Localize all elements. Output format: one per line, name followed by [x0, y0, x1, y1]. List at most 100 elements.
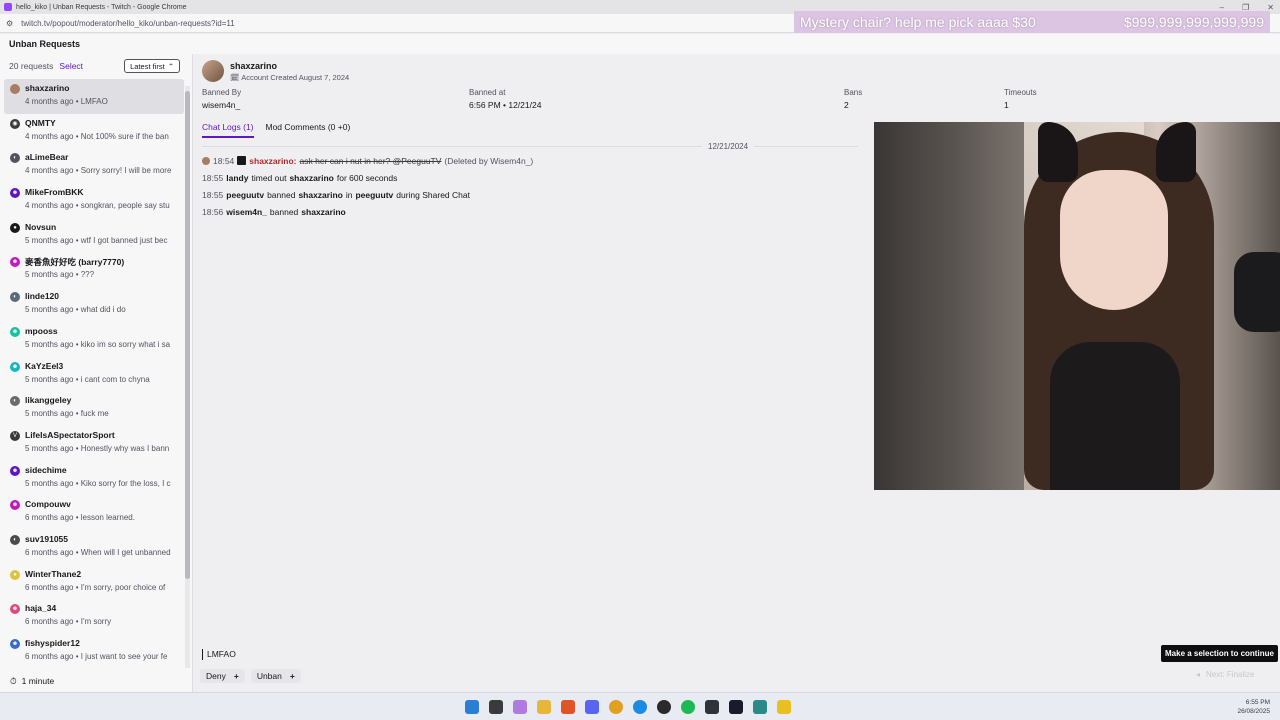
app-icon[interactable]	[777, 700, 791, 714]
sidebar-footer: ⏱ 1 minute	[0, 670, 192, 692]
log-target[interactable]: shaxzarino	[289, 173, 333, 183]
request-meta: 6 months ago • I'm sorry	[25, 617, 112, 627]
goal-text: Mystery chair? help me pick aaaa $30	[800, 14, 1036, 30]
log-actor[interactable]: wisem4n_	[226, 207, 267, 217]
list-item[interactable]: ◉ QNMTY 4 months ago • Not 100% sure if th…	[4, 114, 184, 149]
webcam-person-face	[1060, 170, 1168, 310]
list-item[interactable]: ☻ Compouwv 6 months ago • lesson learned.	[4, 495, 184, 530]
scrollbar-thumb[interactable]	[185, 91, 190, 579]
next-finalize-button[interactable]: ◂ Next: Finalize	[1196, 670, 1254, 679]
cat-ear-right	[1156, 122, 1196, 182]
list-item[interactable]: ◐ likanggeley 5 months ago • fuck me	[4, 391, 184, 426]
stream-goal-overlay: Mystery chair? help me pick aaaa $30 $99…	[794, 11, 1270, 33]
notepad-icon[interactable]	[753, 700, 767, 714]
list-item[interactable]: ☻ 麥香魚好好吃 (barry7770) 5 months ago • ???	[4, 252, 184, 287]
selection-tooltip: Make a selection to continue	[1161, 645, 1278, 662]
list-item[interactable]: ◐ linde120 5 months ago • what did i do	[4, 287, 184, 322]
log-target[interactable]: shaxzarino	[298, 190, 342, 200]
deny-button[interactable]: Deny +	[200, 669, 245, 683]
list-item[interactable]: ● WinterThane2 6 months ago • I'm sorry, p…	[4, 565, 184, 600]
brave-icon[interactable]	[561, 700, 575, 714]
app-icon[interactable]	[729, 700, 743, 714]
list-item[interactable]: ◐ suv191055 6 months ago • When will I get…	[4, 530, 184, 565]
log-target[interactable]: shaxzarino	[301, 207, 345, 217]
user-mini-avatar	[202, 156, 210, 165]
list-item[interactable]: ☻ MikeFromBKK 4 months ago • songkran, peo…	[4, 183, 184, 218]
microphone	[1234, 252, 1280, 332]
request-meta: 5 months ago • Honestly why was I bann	[25, 443, 170, 453]
banned-by-value: wisem4n_	[202, 100, 241, 110]
list-item[interactable]: ☻ sidechime 5 months ago • Kiko sorry for …	[4, 461, 184, 496]
list-item[interactable]: ☻ haja_34 6 months ago • I'm sorry	[4, 599, 184, 634]
avatar-icon: ●	[10, 569, 20, 580]
request-meta: 5 months ago • wtf I got banned just bec	[25, 235, 168, 245]
edge-icon[interactable]	[633, 700, 647, 714]
select-link[interactable]: Select	[59, 61, 83, 71]
list-item[interactable]: ◐ aLimeBear 4 months ago • Sorry sorry! I …	[4, 148, 184, 183]
list-item[interactable]: shaxzarino 4 months ago • LMFAO	[4, 79, 184, 114]
webcam-overlay	[874, 122, 1280, 490]
request-user-name: 麥香魚好好吃 (barry7770)	[25, 257, 125, 268]
log-actor[interactable]: landy	[226, 173, 248, 183]
log-row-timeout: 18:55 landy timed out shaxzarino for 600…	[202, 169, 858, 186]
site-settings-icon[interactable]: ⚙	[6, 19, 13, 28]
spotify-icon[interactable]	[681, 700, 695, 714]
tab-mod-comments[interactable]: Mod Comments (0 +0)	[266, 122, 351, 138]
avatar-icon: ☻	[10, 465, 20, 476]
user-name[interactable]: shaxzarino	[230, 61, 349, 71]
discord-icon[interactable]	[585, 700, 599, 714]
unban-label: Unban	[256, 671, 282, 681]
input-value[interactable]: LMFAO	[207, 649, 236, 659]
bans-label: Bans	[844, 88, 863, 97]
action-buttons: Deny + Unban +	[200, 669, 301, 683]
sort-dropdown[interactable]: Latest first ⌃	[124, 59, 180, 73]
deny-label: Deny	[206, 671, 226, 681]
goal-amount: $999,999,999,999,999	[1123, 14, 1264, 30]
request-user-name: suv191055	[25, 533, 69, 544]
divider-line	[754, 145, 858, 147]
url-text[interactable]: twitch.tv/popout/moderator/hello_kiko/un…	[21, 19, 235, 28]
taskbar-clock[interactable]: 6:55 PM 26/08/2025	[1237, 698, 1270, 716]
avatar-icon: ◐	[10, 396, 20, 407]
request-meta: 6 months ago • lesson learned.	[25, 513, 135, 523]
log-channel[interactable]: peeguutv	[355, 190, 393, 200]
avatar-icon: ◐	[10, 534, 20, 545]
user-avatar[interactable]	[202, 60, 224, 82]
request-list-scrollbar[interactable]	[185, 86, 190, 668]
copilot-icon[interactable]	[513, 700, 527, 714]
avatar-icon: ☻	[10, 257, 20, 268]
unban-response-input[interactable]: LMFAO	[194, 642, 1280, 666]
list-item[interactable]: ● Novsun 5 months ago • wtf I got banned j…	[4, 218, 184, 253]
banned-at-value: 6:56 PM • 12/21/24	[469, 100, 542, 110]
windows-start-icon[interactable]	[465, 700, 479, 714]
avatar-icon	[10, 84, 20, 94]
timeouts-stat: Timeouts 1	[1004, 88, 1037, 110]
list-item[interactable]: ☻ fishyspider12 6 months ago • I just want…	[4, 634, 184, 669]
chrome-icon[interactable]	[609, 700, 623, 714]
obs-icon[interactable]	[657, 700, 671, 714]
twitch-favicon-icon	[4, 3, 12, 11]
log-actor[interactable]: peeguutv	[226, 190, 264, 200]
log-time: 18:56	[202, 206, 224, 217]
request-user-name: Compouwv	[25, 499, 71, 510]
terminal-icon[interactable]	[705, 700, 719, 714]
banned-at-stat: Banned at 6:56 PM • 12/21/24	[469, 88, 541, 110]
unban-button[interactable]: Unban +	[250, 669, 301, 683]
file-explorer-icon[interactable]	[537, 700, 551, 714]
request-user-name: haja_34	[25, 603, 57, 614]
task-view-icon[interactable]	[489, 700, 503, 714]
list-item[interactable]: V LifeIsASpectatorSport 5 months ago • Hon…	[4, 426, 184, 461]
log-user[interactable]: shaxzarino:	[249, 156, 296, 166]
sidebar-toolbar: 20 requests Select Latest first ⌃	[0, 54, 192, 78]
request-user-name: MikeFromBKK	[25, 187, 84, 198]
avatar-icon: ☻	[10, 604, 20, 615]
webcam-person-body	[1050, 342, 1180, 490]
list-item[interactable]: ☻ KaYzEel3 5 months ago • i cant com to ch…	[4, 357, 184, 392]
request-user-name: QNMTY	[25, 117, 56, 128]
tab-chat-logs[interactable]: Chat Logs (1)	[202, 122, 254, 138]
user-badge-icon	[237, 156, 247, 165]
log-time: 18:55	[202, 189, 224, 200]
avatar-icon: ☻	[10, 500, 20, 511]
plus-icon: +	[233, 671, 239, 681]
list-item[interactable]: ☻ mpooss 5 months ago • kiko im so sorry w…	[4, 322, 184, 357]
